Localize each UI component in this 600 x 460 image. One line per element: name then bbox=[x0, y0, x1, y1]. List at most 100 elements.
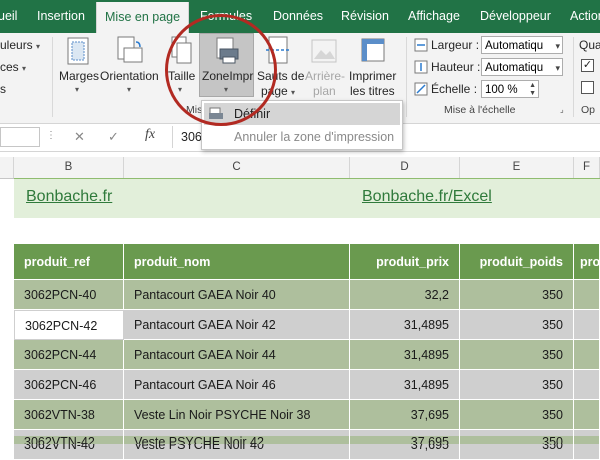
table-cell[interactable]: 3062VTN-42 bbox=[14, 436, 124, 444]
table-cell[interactable]: 31,4895 bbox=[350, 340, 460, 370]
height-select[interactable]: Automatiqu ▾ bbox=[481, 58, 563, 76]
table-cell[interactable]: Pantacourt GAEA Noir 42 bbox=[124, 310, 350, 340]
scale-label: Échelle : bbox=[431, 82, 478, 96]
table-header-prix[interactable]: produit_prix bbox=[350, 244, 460, 280]
table-header-partial[interactable]: pro bbox=[574, 244, 600, 280]
margins-label: Marges bbox=[59, 69, 100, 83]
column-header-b[interactable]: B bbox=[14, 157, 124, 178]
height-icon bbox=[414, 60, 428, 74]
table-cell[interactable]: 31,4895 bbox=[350, 370, 460, 400]
print-titles-label-2: les titres bbox=[350, 84, 395, 98]
tab-developpeur[interactable]: Développeur bbox=[480, 0, 551, 33]
name-box[interactable] bbox=[0, 127, 40, 147]
table-cell[interactable] bbox=[574, 310, 600, 340]
table-header-poids[interactable]: produit_poids bbox=[460, 244, 574, 280]
table-cell[interactable]: 350 bbox=[460, 436, 574, 444]
table-cell[interactable]: 31,4895 bbox=[350, 310, 460, 340]
insert-function-icon[interactable]: fx bbox=[145, 127, 155, 143]
table-cell[interactable] bbox=[574, 370, 600, 400]
chevron-down-icon: ▾ bbox=[22, 64, 27, 73]
gridlines-view-checkbox[interactable]: ✓ bbox=[581, 59, 594, 72]
table-cell[interactable]: Pantacourt GAEA Noir 40 bbox=[124, 280, 350, 310]
chevron-down-icon: ▾ bbox=[555, 63, 560, 73]
table-cell[interactable]: 350 bbox=[460, 370, 574, 400]
tab-insertion[interactable]: Insertion bbox=[37, 0, 85, 33]
table-cell[interactable]: Veste Lin Noir PSYCHE Noir 38 bbox=[124, 400, 350, 430]
tab-affichage[interactable]: Affichage bbox=[408, 0, 460, 33]
column-header-bar: B C D E F bbox=[0, 157, 600, 179]
table-cell[interactable]: 350 bbox=[460, 280, 574, 310]
confirm-icon[interactable]: ✓ bbox=[108, 129, 119, 145]
tab-mise-en-page[interactable]: Mise en page bbox=[96, 2, 190, 33]
gridlines-print-checkbox[interactable] bbox=[581, 81, 594, 94]
chevron-down-icon: ▾ bbox=[75, 85, 80, 94]
tab-revision[interactable]: Révision bbox=[341, 0, 389, 33]
select-all-corner[interactable] bbox=[0, 157, 14, 178]
scale-spinner[interactable]: 100 % ▲ ▼ bbox=[481, 80, 539, 98]
table-cell[interactable] bbox=[574, 340, 600, 370]
table-cell[interactable]: 37,695 bbox=[350, 430, 460, 460]
table-cell[interactable]: 37,695 bbox=[350, 436, 460, 444]
tab-donnees[interactable]: Données bbox=[273, 0, 323, 33]
menu-item-clear-label: Annuler la zone d'impression bbox=[234, 130, 395, 144]
table-cell[interactable]: Pantacourt GAEA Noir 46 bbox=[124, 370, 350, 400]
table-cell[interactable] bbox=[574, 280, 600, 310]
table-cell[interactable]: 3062PCN-44 bbox=[14, 340, 124, 370]
column-header-d[interactable]: D bbox=[350, 157, 460, 178]
table-header-nom[interactable]: produit_nom bbox=[124, 244, 350, 280]
margins-button[interactable]: Marges ▾ bbox=[56, 33, 100, 113]
tab-accueil[interactable]: ueil bbox=[0, 0, 17, 33]
table-cell[interactable] bbox=[574, 430, 600, 460]
width-label: Largeur : bbox=[431, 38, 480, 52]
themes-effects-item[interactable]: s bbox=[0, 82, 6, 96]
cancel-icon[interactable]: ✕ bbox=[74, 129, 85, 145]
background-label-2: plan bbox=[313, 84, 336, 98]
column-header-c[interactable]: C bbox=[124, 157, 350, 178]
table-cell[interactable]: 3062PCN-46 bbox=[14, 370, 124, 400]
table-cell[interactable]: 37,695 bbox=[350, 400, 460, 430]
scale-spinner-value: 100 % bbox=[485, 84, 518, 96]
table-cell[interactable]: Pantacourt GAEA Noir 44 bbox=[124, 340, 350, 370]
site-link[interactable]: Bonbache.fr bbox=[26, 188, 112, 206]
table-cell[interactable]: Veste PSYCHE Noir 40 bbox=[124, 430, 350, 460]
chevron-down-icon: ▾ bbox=[291, 88, 296, 97]
orientation-button[interactable]: Orientation ▾ bbox=[100, 33, 162, 113]
column-header-f[interactable]: F bbox=[574, 157, 600, 178]
table-cell[interactable]: 32,2 bbox=[350, 280, 460, 310]
print-titles-icon bbox=[361, 38, 385, 62]
scale-icon bbox=[414, 82, 428, 96]
themes-colors-item[interactable]: uleurs ▾ bbox=[0, 38, 40, 52]
chevron-down-icon: ▾ bbox=[555, 41, 560, 51]
orientation-label: Orientation bbox=[100, 69, 159, 83]
themes-fonts-item[interactable]: ces ▾ bbox=[0, 60, 26, 74]
width-select[interactable]: Automatiqu ▾ bbox=[481, 36, 563, 54]
dialog-launcher-icon[interactable]: ⌟ bbox=[560, 105, 564, 114]
column-header-e[interactable]: E bbox=[460, 157, 574, 178]
data-table: produit_ref produit_nom produit_prix pro… bbox=[0, 244, 600, 460]
tab-action[interactable]: Action bbox=[570, 0, 600, 33]
table-cell[interactable]: 350 bbox=[460, 400, 574, 430]
themes-fonts-label: ces bbox=[0, 60, 19, 74]
table-cell[interactable] bbox=[574, 436, 600, 444]
chevron-down-icon: ▾ bbox=[127, 85, 132, 94]
table-cell[interactable] bbox=[574, 400, 600, 430]
spinner-arrows-icon: ▲ ▼ bbox=[529, 82, 536, 97]
gridlines-header-label: Qua bbox=[579, 38, 600, 52]
table-cell[interactable]: 350 bbox=[460, 340, 574, 370]
table-cell-active[interactable]: 3062PCN-42 bbox=[14, 310, 124, 340]
table-cell[interactable]: 350 bbox=[460, 310, 574, 340]
ribbon-tab-bar: ueil Insertion Mise en page Formules Don… bbox=[0, 0, 600, 33]
table-cell[interactable]: 3062VTN-38 bbox=[14, 400, 124, 430]
width-icon bbox=[414, 38, 428, 52]
menu-item-clear[interactable]: Annuler la zone d'impression bbox=[204, 126, 400, 148]
partial-row-clip: 3062VTN-42 Veste PSYCHE Noir 42 37,695 3… bbox=[0, 436, 600, 444]
table-cell[interactable]: 3062VTN-40 bbox=[14, 430, 124, 460]
more-options-icon[interactable]: ⋮ bbox=[46, 130, 56, 141]
empty-row bbox=[14, 218, 600, 244]
width-select-value: Automatiqu bbox=[485, 40, 544, 52]
table-cell[interactable]: Veste PSYCHE Noir 42 bbox=[124, 436, 350, 444]
excel-link[interactable]: Bonbache.fr/Excel bbox=[362, 188, 492, 206]
table-cell[interactable]: 350 bbox=[460, 430, 574, 460]
table-header-ref[interactable]: produit_ref bbox=[14, 244, 124, 280]
table-cell[interactable]: 3062PCN-40 bbox=[14, 280, 124, 310]
